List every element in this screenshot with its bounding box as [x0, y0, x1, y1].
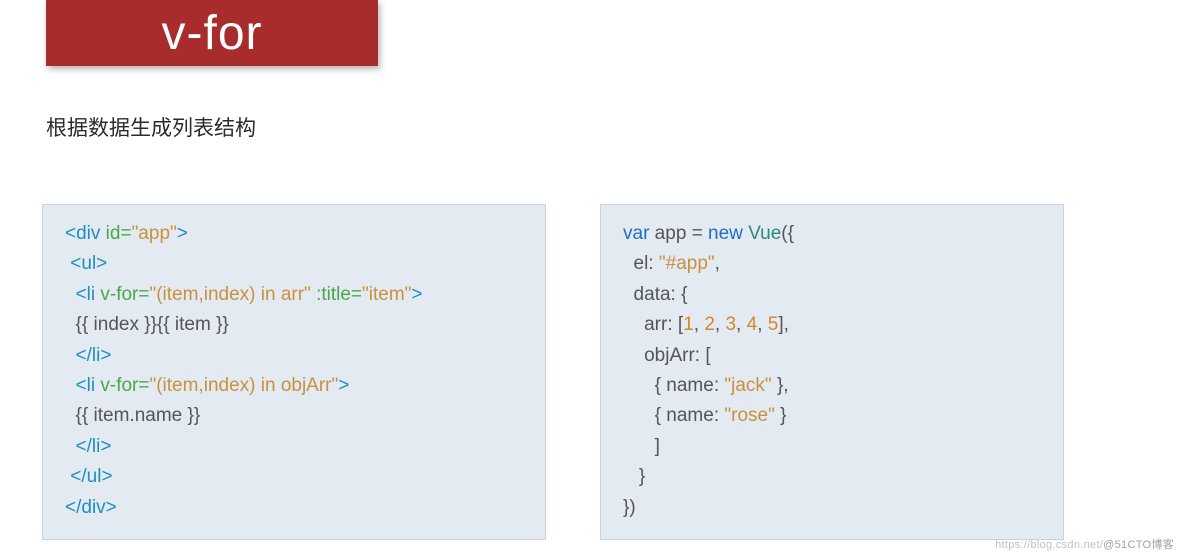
code-token: Vue: [748, 223, 781, 244]
code-token: }: [775, 405, 787, 426]
code-token: "#app": [659, 253, 715, 274]
code-token: >: [338, 375, 349, 396]
code-token: 2: [704, 314, 715, 335]
code-token: { name:: [623, 405, 724, 426]
code-token: },: [772, 375, 789, 396]
code-token: <li: [65, 284, 100, 305]
title-badge: v-for: [46, 0, 378, 66]
code-token: "app": [132, 223, 177, 244]
code-token: "rose": [724, 405, 774, 426]
code-token: data: {: [623, 284, 687, 305]
code-token: ,: [715, 253, 720, 274]
code-token: "item": [362, 284, 411, 305]
code-token: "jack": [724, 375, 771, 396]
code-token: ]: [623, 436, 660, 457]
code-token: <div: [65, 223, 106, 244]
code-token: objArr: [: [623, 345, 711, 366]
code-block-js: var app = new Vue({ el: "#app", data: { …: [600, 204, 1064, 540]
code-token: }): [623, 497, 636, 518]
code-token: <li: [65, 375, 100, 396]
code-token: <ul>: [65, 253, 107, 274]
code-token: ,: [694, 314, 705, 335]
code-token: ,: [715, 314, 726, 335]
code-token: >: [411, 284, 422, 305]
code-token: {{ item.name }}: [65, 405, 200, 426]
code-token: id=: [106, 223, 132, 244]
subtitle-text: 根据数据生成列表结构: [46, 117, 256, 140]
code-token: 1: [683, 314, 694, 335]
code-token: :title=: [316, 284, 362, 305]
code-token: </ul>: [65, 466, 113, 487]
code-token: ({: [781, 223, 794, 244]
code-token: {{ index }}{{ item }}: [65, 314, 229, 335]
watermark: https://blog.csdn.net/@51CTO博客: [995, 536, 1174, 552]
code-token: ,: [736, 314, 747, 335]
code-token: "(item,index) in objArr": [149, 375, 338, 396]
title-text: v-for: [162, 6, 263, 61]
watermark-url: https://blog.csdn.net/: [995, 539, 1103, 551]
code-token: "(item,index) in arr": [149, 284, 310, 305]
code-token: el:: [623, 253, 659, 274]
code-token: v-for=: [100, 375, 149, 396]
code-token: v-for=: [100, 284, 149, 305]
code-token: { name:: [623, 375, 724, 396]
code-token: 3: [725, 314, 736, 335]
code-token: 5: [768, 314, 779, 335]
code-token: arr: [: [623, 314, 683, 335]
code-token: </li>: [65, 436, 111, 457]
code-token: var: [623, 223, 649, 244]
watermark-handle: @51CTO博客: [1103, 539, 1174, 551]
subtitle: 根据数据生成列表结构: [46, 112, 256, 142]
code-token: new: [708, 223, 743, 244]
code-token: >: [177, 223, 188, 244]
code-block-html: <div id="app"> <ul> <li v-for="(item,ind…: [42, 204, 546, 540]
code-token: </li>: [65, 345, 111, 366]
code-token: }: [623, 466, 645, 487]
code-token: app =: [649, 223, 708, 244]
code-token: 4: [747, 314, 758, 335]
code-token: </div>: [65, 497, 117, 518]
code-token: ,: [757, 314, 768, 335]
code-token: ],: [778, 314, 789, 335]
